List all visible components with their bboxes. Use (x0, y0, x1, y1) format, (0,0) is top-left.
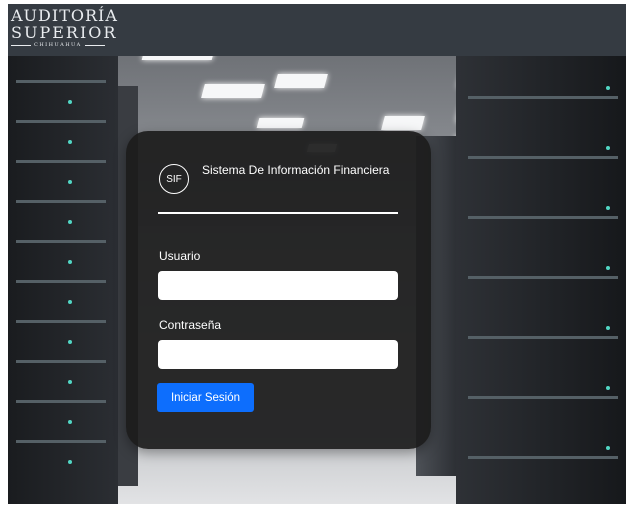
rack-slot (468, 456, 618, 459)
rack-slot (468, 276, 618, 279)
rack-slot (16, 320, 106, 323)
server-led (606, 326, 610, 330)
password-label: Contraseña (159, 318, 222, 332)
login-button[interactable]: Iniciar Sesión (157, 383, 254, 412)
server-led (68, 460, 72, 464)
server-led (68, 380, 72, 384)
rack-slot (16, 280, 106, 283)
server-led (606, 86, 610, 90)
server-led (68, 260, 72, 264)
server-rack-right (456, 56, 626, 504)
rack-slot (16, 160, 106, 163)
top-header: AUDITORÍA SUPERIOR CHIHUAHUA (8, 4, 626, 56)
rack-slot (468, 396, 618, 399)
rack-slot (16, 200, 106, 203)
ceiling-light (274, 74, 328, 88)
server-led (68, 340, 72, 344)
username-label: Usuario (159, 249, 201, 263)
login-card: SIF Sistema De Información Financiera Us… (126, 131, 431, 449)
ceiling-light (201, 84, 265, 98)
server-led (606, 446, 610, 450)
logo-line-2: SUPERIOR (11, 23, 118, 42)
ceiling-light (256, 118, 305, 128)
rack-slot (16, 120, 106, 123)
auditoria-superior-logo: AUDITORÍA SUPERIOR CHIHUAHUA (11, 8, 131, 48)
rack-slot (16, 80, 106, 83)
system-title: Sistema De Información Financiera (202, 163, 390, 177)
server-led (68, 300, 72, 304)
rack-slot (468, 96, 618, 99)
server-led (606, 206, 610, 210)
server-led (68, 140, 72, 144)
rack-slot (16, 360, 106, 363)
server-led (606, 146, 610, 150)
rack-slot (16, 440, 106, 443)
server-led (606, 266, 610, 270)
rack-slot (16, 240, 106, 243)
logo-rule-right (84, 45, 105, 46)
rack-slot (468, 156, 618, 159)
server-led (68, 100, 72, 104)
server-led (68, 420, 72, 424)
logo-line-1: AUDITORÍA (11, 6, 118, 25)
username-input[interactable] (158, 271, 398, 300)
logo-subtitle: CHIHUAHUA (34, 42, 82, 48)
server-led (68, 180, 72, 184)
rack-slot (468, 216, 618, 219)
ceiling-light (381, 116, 425, 130)
password-input[interactable] (158, 340, 398, 369)
title-divider (158, 212, 398, 214)
rack-slot (468, 336, 618, 339)
logo-line-3: CHIHUAHUA (11, 43, 131, 48)
rack-slot (16, 400, 106, 403)
logo-rule-left (11, 45, 31, 46)
server-led (68, 220, 72, 224)
ceiling-light (141, 56, 215, 60)
server-led (606, 386, 610, 390)
sif-badge: SIF (159, 164, 189, 194)
